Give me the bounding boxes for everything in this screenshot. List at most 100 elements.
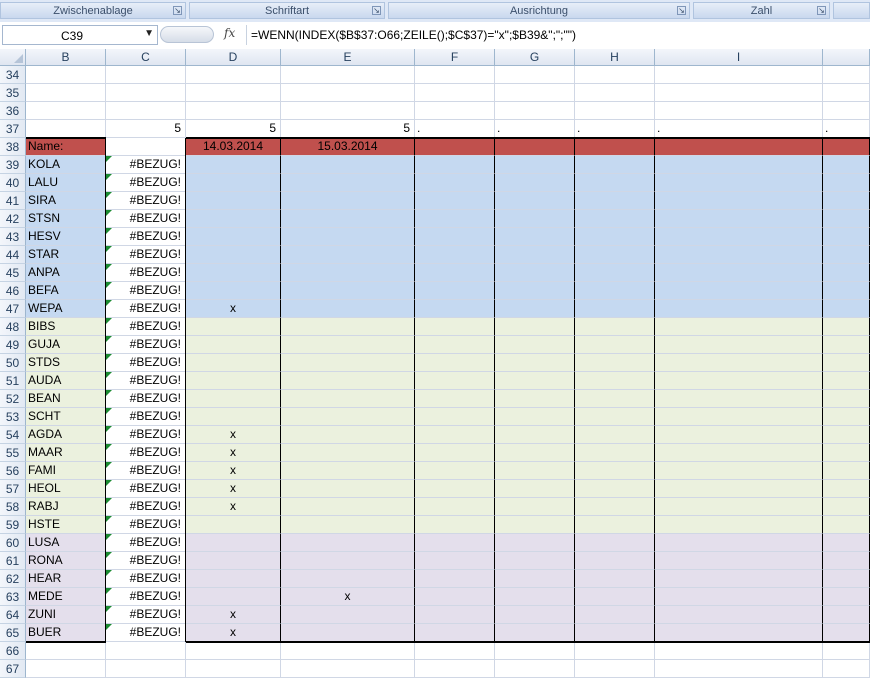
cell[interactable] — [655, 426, 823, 444]
cell[interactable] — [575, 84, 655, 102]
cell[interactable] — [495, 408, 575, 426]
cell[interactable] — [415, 642, 495, 660]
mark-cell[interactable] — [281, 426, 415, 444]
mark-cell[interactable]: x — [186, 426, 281, 444]
mark-cell[interactable] — [281, 192, 415, 210]
name-cell[interactable]: MEDE — [26, 588, 106, 606]
mark-cell[interactable] — [281, 606, 415, 624]
cell[interactable] — [823, 84, 870, 102]
name-cell[interactable]: MAAR — [26, 444, 106, 462]
cell[interactable] — [823, 624, 870, 642]
cell[interactable] — [495, 264, 575, 282]
cell[interactable] — [495, 372, 575, 390]
cell[interactable] — [823, 66, 870, 84]
row-header[interactable]: 42 — [0, 210, 26, 228]
mark-cell[interactable]: x — [186, 462, 281, 480]
count-cell[interactable]: . — [415, 120, 495, 138]
row-header[interactable]: 43 — [0, 228, 26, 246]
row-header[interactable]: 46 — [0, 282, 26, 300]
cell[interactable] — [823, 102, 870, 120]
cell[interactable] — [655, 138, 823, 156]
date-header-cell[interactable]: 15.03.2014 — [281, 138, 415, 156]
cell[interactable] — [655, 516, 823, 534]
cell[interactable] — [655, 192, 823, 210]
cell[interactable] — [655, 624, 823, 642]
mark-cell[interactable] — [281, 534, 415, 552]
row-header[interactable]: 48 — [0, 318, 26, 336]
cell[interactable] — [415, 246, 495, 264]
cell[interactable] — [415, 354, 495, 372]
mark-cell[interactable] — [186, 174, 281, 192]
name-cell[interactable]: LALU — [26, 174, 106, 192]
mark-cell[interactable] — [281, 480, 415, 498]
count-cell[interactable]: . — [823, 120, 870, 138]
cell[interactable] — [415, 570, 495, 588]
cell[interactable] — [823, 210, 870, 228]
row-header[interactable]: 57 — [0, 480, 26, 498]
row-header[interactable]: 67 — [0, 660, 26, 678]
cell[interactable] — [575, 210, 655, 228]
cell[interactable] — [823, 480, 870, 498]
mark-cell[interactable] — [186, 588, 281, 606]
error-cell[interactable]: #BEZUG! — [106, 192, 186, 210]
cell[interactable] — [415, 138, 495, 156]
mark-cell[interactable] — [186, 516, 281, 534]
error-cell[interactable]: #BEZUG! — [106, 408, 186, 426]
cell[interactable] — [495, 192, 575, 210]
count-cell[interactable]: . — [575, 120, 655, 138]
column-header[interactable]: B — [26, 49, 106, 66]
cell[interactable] — [415, 444, 495, 462]
cell[interactable] — [575, 534, 655, 552]
formula-input[interactable]: =WENN(INDEX($B$37:O66;ZEILE();$C$37)="x"… — [246, 25, 868, 45]
cell[interactable] — [495, 282, 575, 300]
error-cell[interactable]: #BEZUG! — [106, 552, 186, 570]
name-cell[interactable]: AGDA — [26, 426, 106, 444]
name-cell[interactable]: FAMI — [26, 462, 106, 480]
name-cell[interactable]: GUJA — [26, 336, 106, 354]
mark-cell[interactable] — [281, 498, 415, 516]
cell[interactable] — [495, 444, 575, 462]
row-header[interactable]: 60 — [0, 534, 26, 552]
name-cell[interactable]: BEAN — [26, 390, 106, 408]
cell[interactable] — [823, 570, 870, 588]
ribbon-group-clipboard[interactable]: Zwischenablage ↘ — [0, 2, 186, 19]
cell[interactable] — [106, 66, 186, 84]
cell[interactable] — [281, 66, 415, 84]
mark-cell[interactable] — [281, 282, 415, 300]
mark-cell[interactable] — [186, 372, 281, 390]
cell[interactable] — [281, 660, 415, 678]
cell[interactable] — [823, 462, 870, 480]
row-header[interactable]: 45 — [0, 264, 26, 282]
row-header[interactable]: 51 — [0, 372, 26, 390]
cell[interactable] — [823, 246, 870, 264]
dialog-launcher-icon[interactable]: ↘ — [173, 6, 182, 15]
cell[interactable] — [575, 354, 655, 372]
cell[interactable] — [415, 390, 495, 408]
error-cell[interactable]: #BEZUG! — [106, 174, 186, 192]
dialog-launcher-icon[interactable]: ↘ — [817, 6, 826, 15]
error-cell[interactable]: #BEZUG! — [106, 480, 186, 498]
cell[interactable] — [415, 336, 495, 354]
column-header[interactable]: G — [495, 49, 575, 66]
select-all-button[interactable] — [0, 49, 26, 66]
cell[interactable] — [495, 300, 575, 318]
row-header[interactable]: 58 — [0, 498, 26, 516]
name-cell[interactable]: STSN — [26, 210, 106, 228]
cell[interactable] — [415, 408, 495, 426]
error-cell[interactable]: #BEZUG! — [106, 300, 186, 318]
cell[interactable] — [575, 372, 655, 390]
cell[interactable] — [655, 336, 823, 354]
count-cell[interactable]: 5 — [106, 120, 186, 138]
cell[interactable] — [495, 84, 575, 102]
cell[interactable] — [823, 642, 870, 660]
mark-cell[interactable] — [281, 516, 415, 534]
count-cell[interactable]: . — [655, 120, 823, 138]
mark-cell[interactable]: x — [186, 624, 281, 642]
count-cell[interactable]: . — [495, 120, 575, 138]
mark-cell[interactable] — [186, 192, 281, 210]
mark-cell[interactable] — [186, 228, 281, 246]
cell[interactable] — [186, 84, 281, 102]
name-cell[interactable]: KOLA — [26, 156, 106, 174]
cell[interactable] — [415, 300, 495, 318]
name-cell[interactable]: STAR — [26, 246, 106, 264]
